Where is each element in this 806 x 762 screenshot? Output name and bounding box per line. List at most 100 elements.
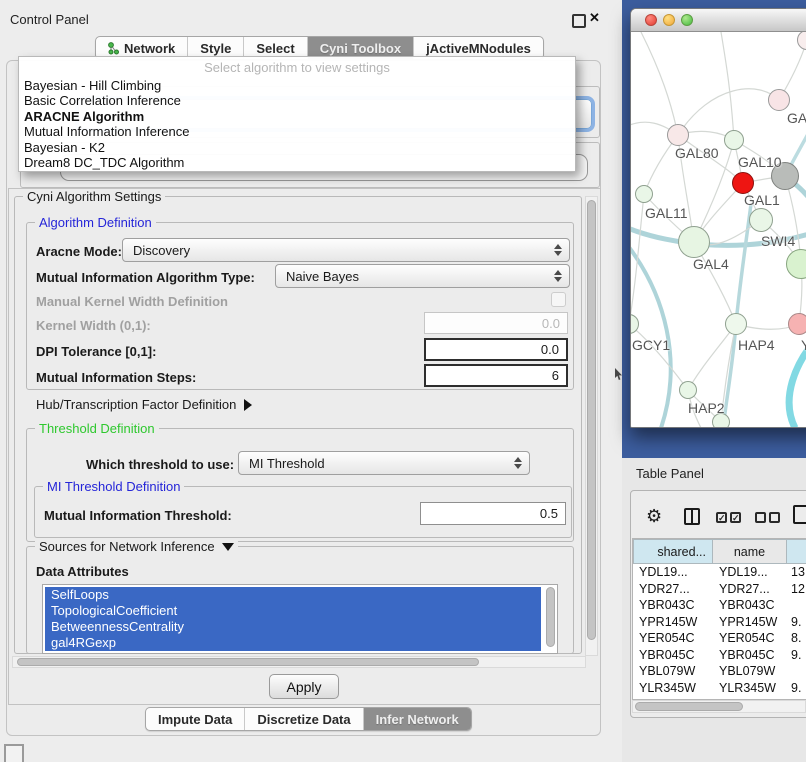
table-row[interactable]: YDL19...YDL19...13	[633, 564, 806, 581]
node-label-hap4: HAP4	[738, 337, 775, 353]
mi-threshold-field[interactable]: 0.5	[420, 502, 566, 525]
network-node-gal10[interactable]	[724, 130, 744, 150]
mi-threshold-label: Mutual Information Threshold:	[44, 508, 232, 523]
deselect-all-checkboxes-icon[interactable]	[755, 512, 780, 523]
hub-definition-expander[interactable]: Hub/Transcription Factor Definition	[36, 397, 252, 412]
mi-algorithm-type-combobox[interactable]: Naive Bayes	[275, 264, 570, 288]
cyni-algorithm-settings-title: Cyni Algorithm Settings	[23, 189, 165, 204]
gear-icon[interactable]: ⚙	[646, 507, 662, 525]
mi-steps-label: Mutual Information Steps:	[36, 370, 196, 385]
settings-horizontal-scrollbar[interactable]	[12, 656, 586, 668]
mi-steps-field[interactable]: 6	[424, 364, 568, 387]
maximize-traffic-light[interactable]	[681, 14, 693, 26]
table-row[interactable]: YER054CYER054C8.	[633, 630, 806, 647]
combo-spinner-icon	[514, 457, 522, 469]
node-label-gal4: GAL4	[693, 256, 729, 272]
kernel-width-label: Kernel Width (0,1):	[36, 318, 151, 333]
node-label-gal80: GAL80	[675, 145, 719, 161]
table-horizontal-scrollbar[interactable]	[632, 700, 806, 713]
node-table: shared... name YDL19...YDL19...13 YDR27.…	[632, 538, 806, 700]
tab-infer-network[interactable]: Infer Network	[363, 708, 471, 730]
column-header-shared-name[interactable]: shared...	[633, 539, 713, 564]
node-label-hap2: HAP2	[688, 400, 725, 416]
settings-vscroll-thumb[interactable]	[587, 200, 596, 640]
node-label-gal11: GAL11	[645, 205, 688, 221]
manual-kernel-width-checkbox[interactable]	[551, 292, 566, 307]
network-node-hap2[interactable]	[679, 381, 697, 399]
data-attributes-list: SelfLoops TopologicalCoefficient Between…	[42, 584, 558, 654]
kernel-width-field[interactable]: 0.0	[424, 312, 568, 334]
node-label-gal1: GAL1	[744, 192, 780, 208]
column-header-name[interactable]: name	[712, 539, 787, 564]
mi-threshold-definition-title: MI Threshold Definition	[43, 479, 184, 494]
network-node-gal4[interactable]	[678, 226, 710, 258]
network-node-hap4[interactable]	[725, 313, 747, 335]
aracne-mode-combobox[interactable]: Discovery	[122, 238, 570, 262]
aracne-mode-label: Aracne Mode:	[36, 244, 122, 259]
table-row[interactable]: YBL079WYBL079W	[633, 663, 806, 680]
mi-algorithm-type-label: Mutual Information Algorithm Type:	[36, 270, 255, 285]
float-panel-icon[interactable]	[572, 14, 586, 28]
application-window: Control Panel ✕ Network Style Select Cyn…	[0, 0, 806, 762]
close-traffic-light[interactable]	[645, 14, 657, 26]
table-hscroll-thumb[interactable]	[635, 702, 743, 711]
settings-hscroll-thumb[interactable]	[17, 658, 479, 666]
new-table-icon[interactable]	[793, 505, 806, 524]
dpi-tolerance-label: DPI Tolerance [0,1]:	[36, 344, 156, 359]
network-node-gal80[interactable]	[667, 124, 689, 146]
columns-icon[interactable]	[684, 508, 700, 525]
table-panel-title: Table Panel	[636, 466, 704, 481]
table-row[interactable]: YLR345WYLR345W9.	[633, 680, 806, 697]
node-label: GAL	[787, 110, 806, 126]
algorithm-dropdown-hint: Select algorithm to view settings	[19, 60, 575, 75]
sources-title[interactable]: Sources for Network Inference	[35, 539, 238, 554]
node-label-cut: Y	[801, 337, 806, 353]
column-header-cut[interactable]	[786, 539, 806, 564]
table-row[interactable]: YBR043CYBR043C	[633, 597, 806, 614]
network-view-window: GAL GAL80 GAL10 GAL1 GAL11 SWI4 GAL4 GCY…	[630, 8, 806, 428]
network-node-gal11[interactable]	[635, 185, 653, 203]
algorithm-option[interactable]: Mutual Information Inference	[19, 124, 575, 139]
algorithm-dropdown-list: Select algorithm to view settings Bayesi…	[18, 56, 576, 172]
attribute-item[interactable]: TopologicalCoefficient	[45, 603, 541, 619]
settings-vertical-scrollbar[interactable]	[585, 196, 598, 656]
algorithm-option[interactable]: Dream8 DC_TDC Algorithm	[19, 155, 575, 170]
attribute-item[interactable]: SelfLoops	[45, 587, 541, 603]
dpi-tolerance-field[interactable]: 0.0	[424, 338, 568, 361]
algorithm-option[interactable]: Basic Correlation Inference	[19, 93, 575, 108]
which-threshold-combobox[interactable]: MI Threshold	[238, 451, 530, 475]
close-panel-icon[interactable]: ✕	[589, 10, 600, 26]
select-all-checkboxes-icon[interactable]: ✓✓	[716, 512, 741, 523]
node-label-swi4: SWI4	[761, 233, 795, 249]
algorithm-option-selected[interactable]: ARACNE Algorithm	[19, 109, 575, 124]
network-icon	[108, 42, 119, 55]
attribute-item[interactable]: BetweennessCentrality	[45, 619, 541, 635]
threshold-definition-title: Threshold Definition	[35, 421, 159, 436]
tab-impute-data[interactable]: Impute Data	[146, 708, 244, 730]
minimized-panel-icon[interactable]	[4, 744, 24, 762]
network-node-swi4[interactable]	[749, 208, 773, 232]
network-canvas[interactable]: GAL GAL80 GAL10 GAL1 GAL11 SWI4 GAL4 GCY…	[631, 32, 806, 428]
control-panel-title: Control Panel	[10, 12, 89, 27]
which-threshold-label: Which threshold to use:	[86, 457, 234, 472]
node-label-gcy1: GCY1	[632, 337, 670, 353]
list-scrollbar-thumb[interactable]	[546, 587, 555, 647]
algorithm-option[interactable]: Bayesian - Hill Climbing	[19, 78, 575, 93]
network-node-red[interactable]	[732, 172, 754, 194]
combo-spinner-icon	[554, 270, 562, 282]
table-row[interactable]: YDR27...YDR27...12	[633, 581, 806, 598]
node-label-gal10: GAL10	[738, 154, 782, 170]
network-node[interactable]	[768, 89, 790, 111]
network-node-pink[interactable]	[788, 313, 806, 335]
combo-spinner-icon	[554, 244, 562, 256]
network-window-titlebar[interactable]	[631, 9, 806, 32]
tab-discretize-data[interactable]: Discretize Data	[244, 708, 362, 730]
table-row[interactable]: YPR145WYPR145W9.	[633, 614, 806, 631]
apply-button[interactable]: Apply	[269, 674, 339, 699]
attribute-item[interactable]: gal4RGexp	[45, 635, 541, 651]
cyni-bottom-tabbar: Impute Data Discretize Data Infer Networ…	[145, 707, 472, 731]
algorithm-option[interactable]: Bayesian - K2	[19, 140, 575, 155]
collapse-down-icon	[222, 543, 234, 551]
minimize-traffic-light[interactable]	[663, 14, 675, 26]
table-row[interactable]: YBR045CYBR045C9.	[633, 647, 806, 664]
